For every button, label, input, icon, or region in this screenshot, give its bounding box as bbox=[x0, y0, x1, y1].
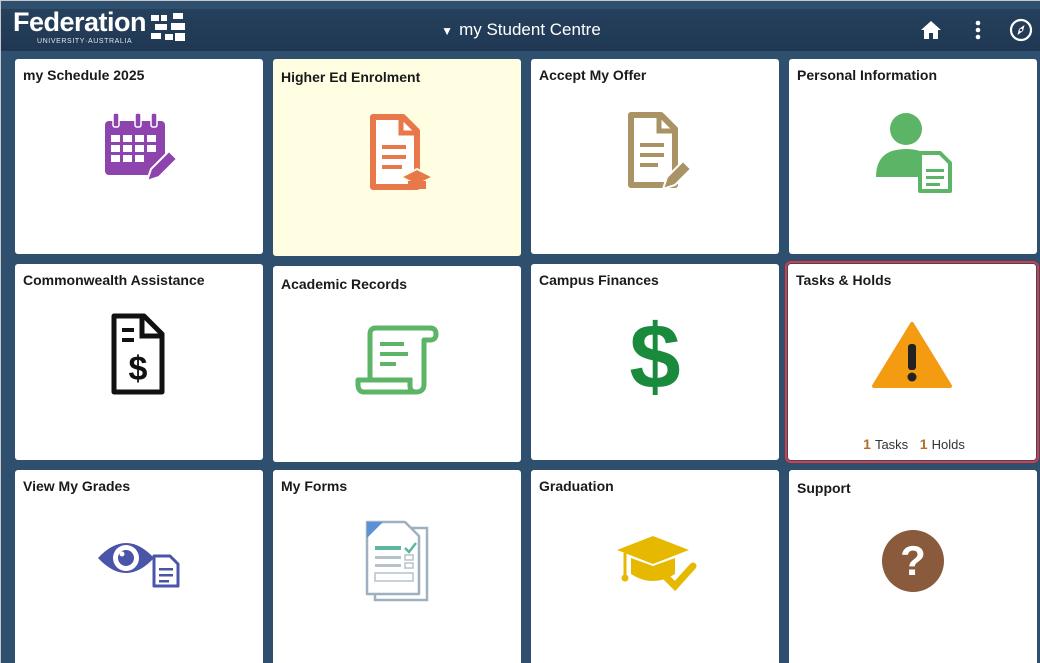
vertical-dots-icon bbox=[975, 20, 981, 40]
tile-academic-records[interactable]: Academic Records bbox=[273, 266, 521, 462]
tile-my-forms[interactable]: My Forms bbox=[273, 470, 521, 663]
tile-tasks-holds[interactable]: Tasks & Holds 1 Tasks 1 Holds bbox=[785, 261, 1039, 463]
header-bar: Federation UNIVERSITY·AUSTRALIA ▼ my Stu… bbox=[1, 7, 1040, 51]
tile-accept-my-offer[interactable]: Accept My Offer bbox=[531, 59, 779, 254]
tasks-count: 1 bbox=[863, 436, 871, 452]
tile-title: View My Grades bbox=[23, 478, 131, 494]
caret-down-icon: ▼ bbox=[441, 24, 454, 38]
dollar-icon: $ bbox=[629, 310, 680, 400]
tile-graduation[interactable]: Graduation bbox=[531, 470, 779, 663]
holds-label: Holds bbox=[931, 437, 965, 452]
home-icon bbox=[921, 21, 941, 39]
tile-my-schedule[interactable]: my Schedule 2025 bbox=[15, 59, 263, 254]
tile-title: Academic Records bbox=[281, 276, 408, 292]
scroll-icon bbox=[355, 325, 439, 395]
document-edit-icon bbox=[628, 112, 693, 191]
page-title-menu[interactable]: ▼ my Student Centre bbox=[1, 9, 1040, 51]
holds-count: 1 bbox=[919, 436, 928, 452]
calendar-edit-icon bbox=[105, 112, 179, 183]
document-dollar-icon: $ bbox=[111, 313, 165, 395]
warning-icon bbox=[872, 322, 952, 388]
tile-title: Accept My Offer bbox=[539, 67, 647, 83]
tile-support[interactable]: Support ? bbox=[789, 470, 1037, 663]
tile-title: Graduation bbox=[539, 478, 614, 494]
tile-title: Campus Finances bbox=[539, 272, 659, 288]
tile-higher-ed-enrolment[interactable]: Higher Ed Enrolment bbox=[273, 59, 521, 256]
tile-view-my-grades[interactable]: View My Grades bbox=[15, 470, 263, 663]
eye-document-icon bbox=[98, 543, 180, 588]
svg-text:$: $ bbox=[129, 350, 148, 388]
page-title: my Student Centre bbox=[459, 20, 601, 39]
question-icon: ? bbox=[882, 530, 944, 592]
forms-icon bbox=[365, 520, 429, 602]
tile-campus-finances[interactable]: Campus Finances $ bbox=[531, 264, 779, 460]
tile-title: My Forms bbox=[281, 478, 348, 494]
actions-menu-button[interactable] bbox=[963, 9, 993, 51]
navbar-button[interactable] bbox=[1001, 9, 1040, 51]
tile-commonwealth-assistance[interactable]: Commonwealth Assistance $ bbox=[15, 264, 263, 460]
compass-icon bbox=[1009, 18, 1033, 42]
tile-personal-information[interactable]: Personal Information bbox=[789, 59, 1037, 254]
tile-title: Higher Ed Enrolment bbox=[281, 69, 421, 85]
tile-title: Commonwealth Assistance bbox=[23, 272, 205, 288]
tile-title: Personal Information bbox=[797, 67, 938, 83]
tasks-holds-counts: 1 Tasks 1 Holds bbox=[788, 436, 1036, 452]
tile-title: my Schedule 2025 bbox=[23, 67, 145, 83]
svg-text:$: $ bbox=[629, 310, 680, 400]
svg-text:?: ? bbox=[900, 537, 926, 584]
tasks-label: Tasks bbox=[874, 437, 909, 452]
person-document-icon bbox=[876, 113, 952, 193]
graduation-cap-check-icon bbox=[617, 536, 697, 592]
home-button[interactable] bbox=[913, 9, 949, 51]
document-graduation-icon bbox=[370, 114, 436, 190]
app-window: Federation UNIVERSITY·AUSTRALIA ▼ my Stu… bbox=[0, 0, 1040, 663]
tile-title: Support bbox=[797, 480, 851, 496]
tile-title: Tasks & Holds bbox=[796, 272, 892, 288]
